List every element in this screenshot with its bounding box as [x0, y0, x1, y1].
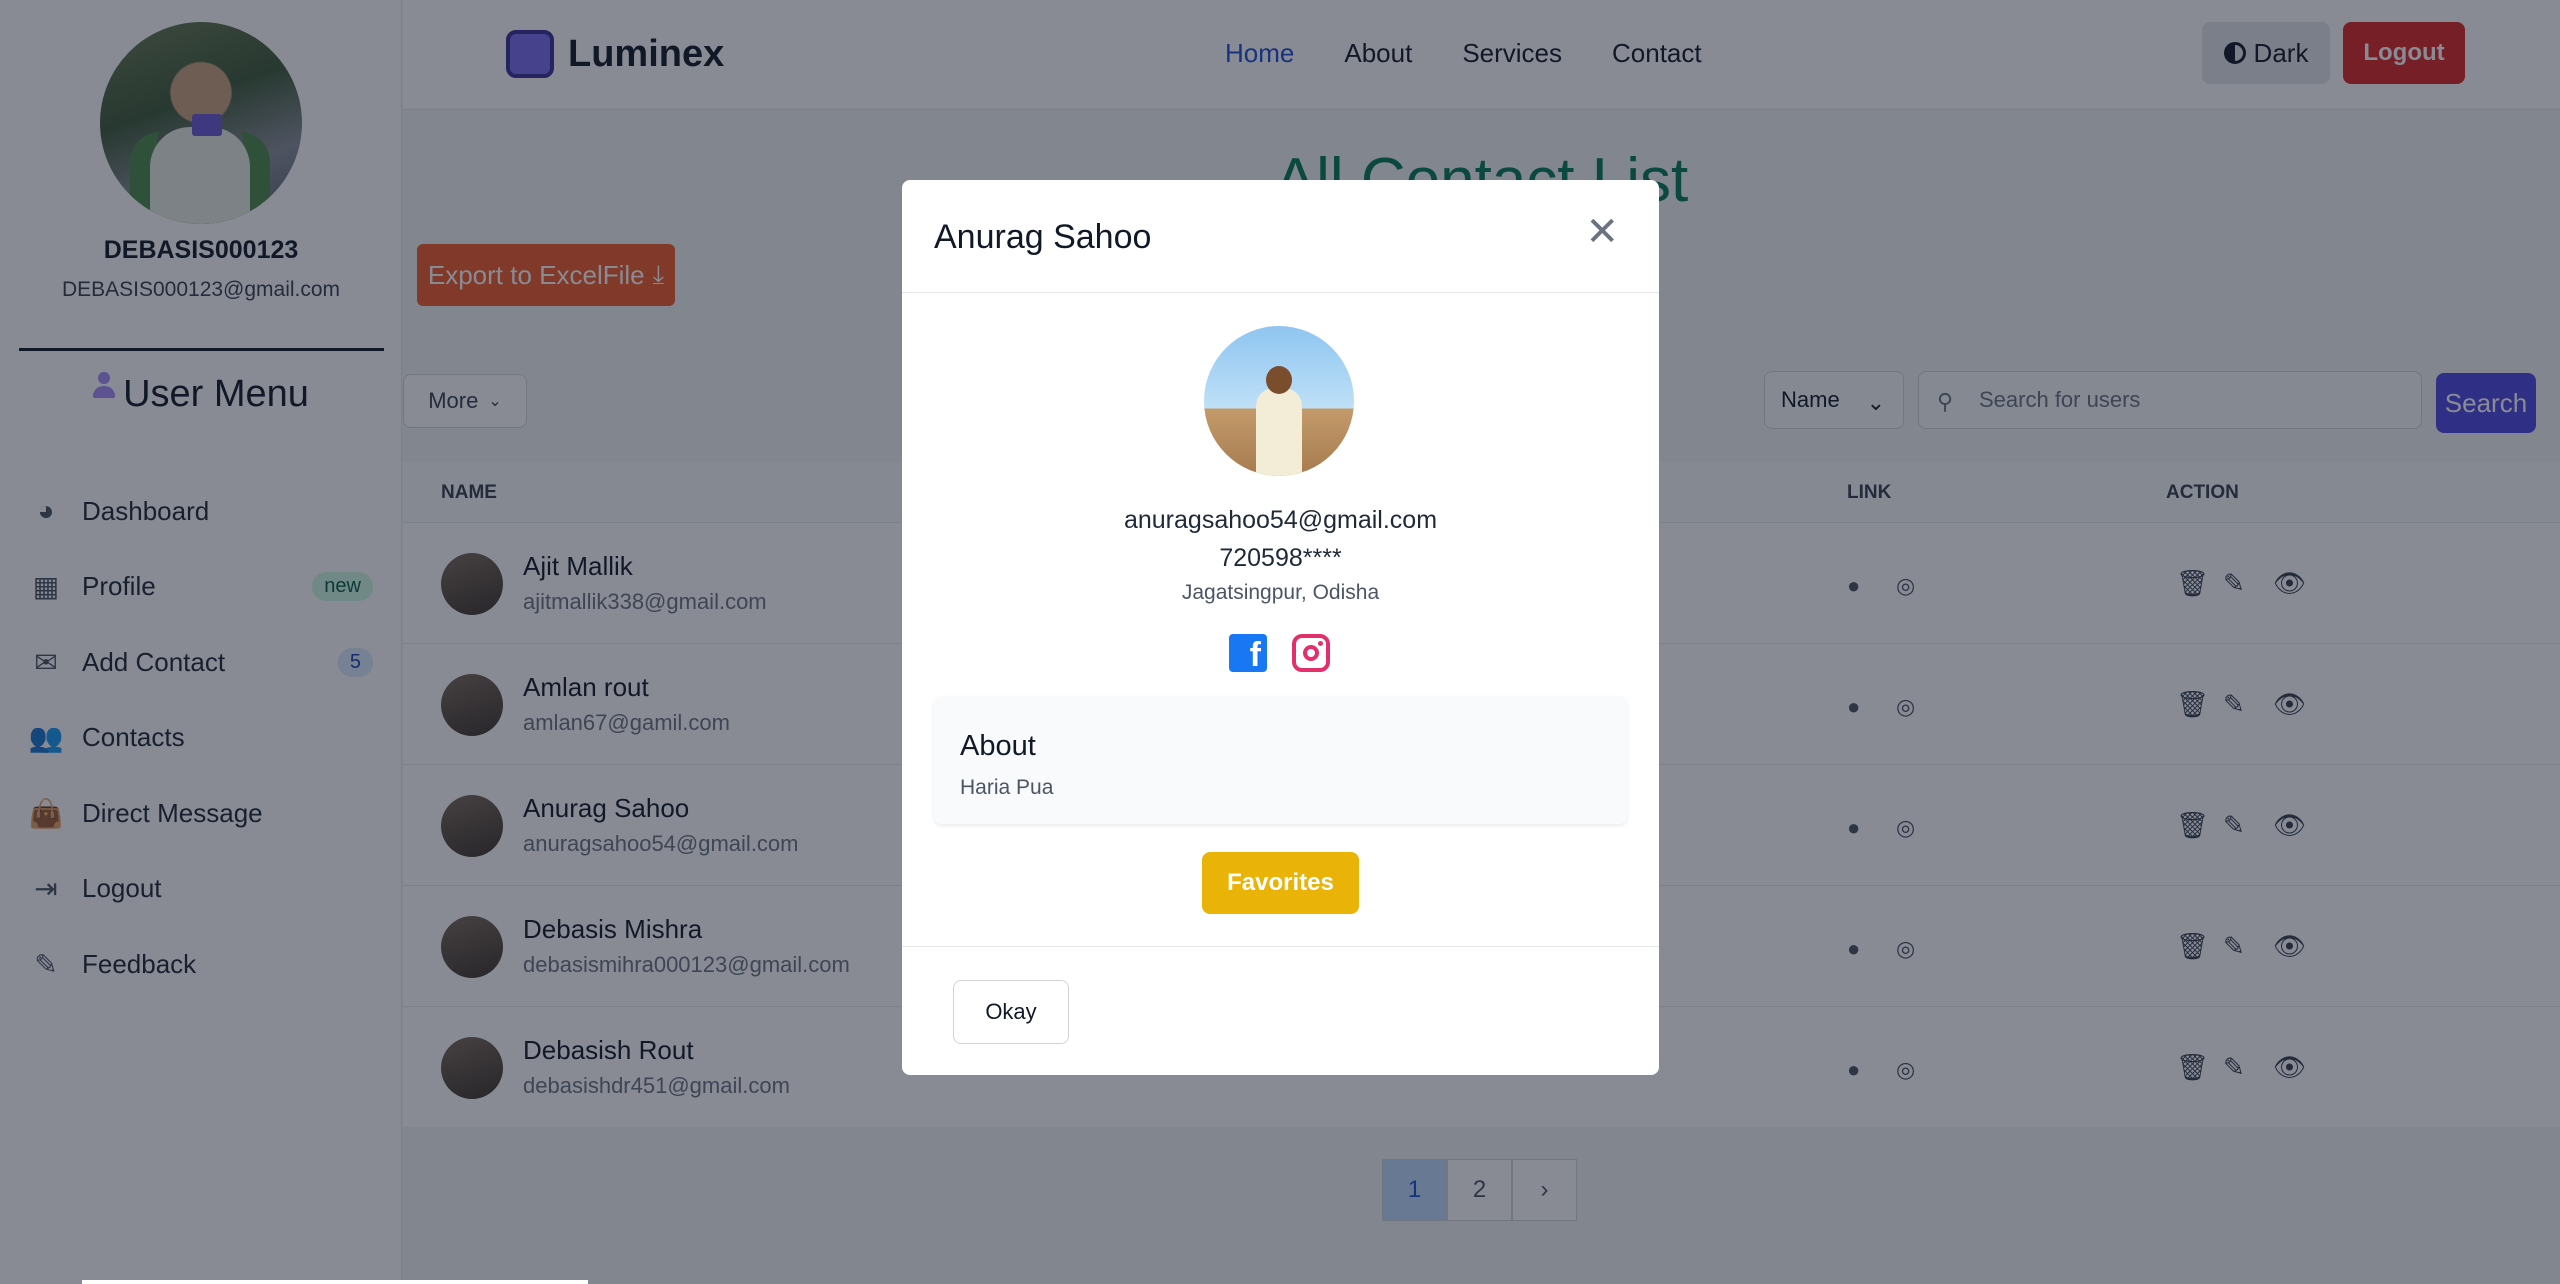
contact-detail-modal: Anurag Sahoo ✕ anuragsahoo54@gmail.com 7… — [902, 180, 1659, 1075]
okay-button[interactable]: Okay — [953, 980, 1069, 1044]
contact-photo — [1204, 326, 1354, 476]
about-text: Haria Pua — [960, 776, 1054, 799]
about-card: About Haria Pua — [934, 696, 1627, 824]
scroll-indicator — [82, 1280, 588, 1284]
about-title: About — [960, 730, 1036, 762]
favorites-button[interactable]: Favorites — [1202, 852, 1359, 914]
modal-location: Jagatsingpur, Odisha — [1181, 581, 1380, 604]
instagram-icon[interactable] — [1292, 634, 1330, 672]
facebook-icon[interactable]: f — [1229, 634, 1267, 672]
modal-email: anuragsahoo54@gmail.com — [1123, 506, 1438, 534]
modal-title: Anurag Sahoo — [934, 218, 1152, 256]
modal-footer: Okay — [902, 946, 1659, 1075]
close-icon[interactable]: ✕ — [1585, 212, 1619, 252]
modal-phone: 720598**** — [1219, 544, 1342, 572]
modal-header: Anurag Sahoo ✕ — [902, 180, 1659, 293]
